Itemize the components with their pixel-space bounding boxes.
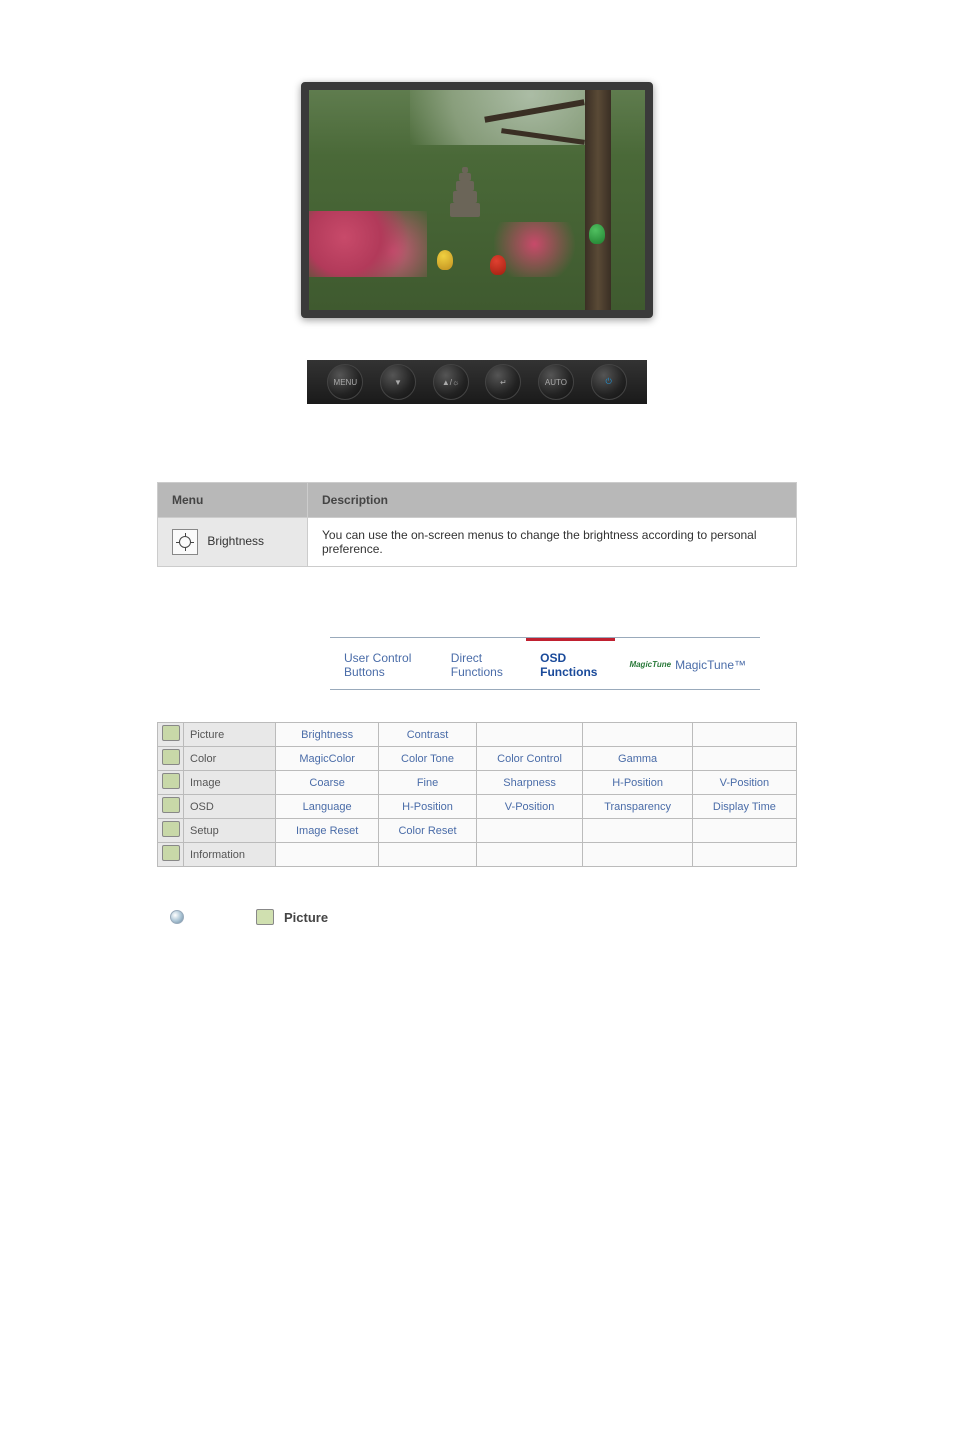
osd-category-label[interactable]: Setup bbox=[184, 819, 276, 843]
osd-category-label[interactable]: OSD bbox=[184, 795, 276, 819]
osd-function-link bbox=[583, 819, 692, 843]
tab-direct-functions[interactable]: Direct Functions bbox=[437, 638, 526, 689]
osd-function-link bbox=[476, 723, 583, 747]
osd-category-label[interactable]: Picture bbox=[184, 723, 276, 747]
osd-category-icon bbox=[162, 821, 180, 837]
osd-row: SetupImage ResetColor Reset bbox=[158, 819, 797, 843]
osd-function-link[interactable]: Language bbox=[276, 795, 379, 819]
osd-row-icon-cell bbox=[158, 843, 184, 867]
section-picture-header: Picture bbox=[170, 909, 954, 925]
osd-category-label[interactable]: Color bbox=[184, 747, 276, 771]
osd-function-link[interactable]: Image Reset bbox=[276, 819, 379, 843]
osd-category-icon bbox=[162, 773, 180, 789]
osd-function-link bbox=[276, 843, 379, 867]
osd-function-link bbox=[692, 747, 796, 771]
menu-button[interactable]: MENU bbox=[327, 364, 363, 400]
down-button[interactable]: ▼ bbox=[380, 364, 416, 400]
brightness-icon bbox=[172, 529, 198, 555]
osd-function-link bbox=[476, 843, 583, 867]
osd-function-link[interactable]: MagicColor bbox=[276, 747, 379, 771]
lantern-yellow bbox=[437, 250, 453, 270]
osd-row: PictureBrightnessContrast bbox=[158, 723, 797, 747]
table-header-description: Description bbox=[308, 483, 797, 518]
magictune-label: MagicTune™ bbox=[675, 658, 746, 672]
osd-row: ColorMagicColorColor ToneColor ControlGa… bbox=[158, 747, 797, 771]
pagoda bbox=[450, 167, 480, 217]
brightness-description-table: Menu Description Brightness You can use … bbox=[157, 482, 797, 567]
lantern-red bbox=[490, 255, 506, 275]
up-brightness-button[interactable]: ▲/☼ bbox=[433, 364, 469, 400]
osd-row-icon-cell bbox=[158, 747, 184, 771]
osd-category-icon bbox=[162, 725, 180, 741]
power-button[interactable]: ⏻ bbox=[591, 364, 627, 400]
osd-category-icon bbox=[162, 845, 180, 861]
osd-function-link bbox=[583, 843, 692, 867]
osd-function-link[interactable]: H-Position bbox=[583, 771, 692, 795]
osd-function-link[interactable]: Brightness bbox=[276, 723, 379, 747]
bullet-icon bbox=[170, 910, 184, 924]
auto-button[interactable]: AUTO bbox=[538, 364, 574, 400]
osd-function-link[interactable]: H-Position bbox=[379, 795, 476, 819]
osd-row-icon-cell bbox=[158, 795, 184, 819]
osd-function-link[interactable]: Color Tone bbox=[379, 747, 476, 771]
osd-function-link[interactable]: Fine bbox=[379, 771, 476, 795]
table-row-desc: You can use the on-screen menus to chang… bbox=[308, 518, 797, 567]
magictune-logo-icon: MagicTune bbox=[629, 660, 671, 669]
osd-function-link bbox=[692, 819, 796, 843]
osd-function-link[interactable]: Color Control bbox=[476, 747, 583, 771]
lantern-green bbox=[589, 224, 605, 244]
osd-function-link[interactable]: V-Position bbox=[692, 771, 796, 795]
osd-function-link[interactable]: Contrast bbox=[379, 723, 476, 747]
osd-function-link[interactable]: Sharpness bbox=[476, 771, 583, 795]
osd-functions-table: PictureBrightnessContrastColorMagicColor… bbox=[157, 722, 797, 867]
picture-section-title: Picture bbox=[284, 910, 328, 925]
tab-magictune[interactable]: MagicTune MagicTune™ bbox=[615, 638, 760, 689]
osd-function-link bbox=[692, 723, 796, 747]
table-row-menu: Brightness bbox=[158, 518, 308, 567]
osd-row: ImageCoarseFineSharpnessH-PositionV-Posi… bbox=[158, 771, 797, 795]
osd-row-icon-cell bbox=[158, 819, 184, 843]
picture-section-icon bbox=[256, 909, 274, 925]
osd-function-link[interactable]: Coarse bbox=[276, 771, 379, 795]
osd-row: OSDLanguageH-PositionV-PositionTranspare… bbox=[158, 795, 797, 819]
enter-button[interactable]: ↵ bbox=[485, 364, 521, 400]
osd-function-link[interactable]: V-Position bbox=[476, 795, 583, 819]
osd-function-link bbox=[692, 843, 796, 867]
osd-function-link bbox=[583, 723, 692, 747]
section-tabs: User Control Buttons Direct Functions OS… bbox=[330, 637, 760, 690]
osd-category-icon bbox=[162, 797, 180, 813]
osd-category-label[interactable]: Information bbox=[184, 843, 276, 867]
osd-function-link bbox=[379, 843, 476, 867]
brightness-label: Brightness bbox=[207, 534, 264, 548]
flowers bbox=[309, 211, 427, 277]
table-header-menu: Menu bbox=[158, 483, 308, 518]
osd-function-link[interactable]: Transparency bbox=[583, 795, 692, 819]
tab-user-control-buttons[interactable]: User Control Buttons bbox=[330, 638, 437, 689]
osd-function-link[interactable]: Display Time bbox=[692, 795, 796, 819]
osd-category-icon bbox=[162, 749, 180, 765]
flowers bbox=[494, 222, 595, 277]
osd-row-icon-cell bbox=[158, 723, 184, 747]
osd-function-link[interactable]: Color Reset bbox=[379, 819, 476, 843]
osd-function-link bbox=[476, 819, 583, 843]
monitor-mockup bbox=[301, 82, 653, 318]
tree-trunk bbox=[585, 90, 612, 310]
osd-category-label[interactable]: Image bbox=[184, 771, 276, 795]
osd-row: Information bbox=[158, 843, 797, 867]
hardware-button-bar: MENU ▼ ▲/☼ ↵ AUTO ⏻ bbox=[307, 360, 647, 404]
osd-row-icon-cell bbox=[158, 771, 184, 795]
tab-osd-functions[interactable]: OSD Functions bbox=[526, 638, 615, 689]
osd-function-link[interactable]: Gamma bbox=[583, 747, 692, 771]
monitor-screen bbox=[309, 90, 645, 310]
